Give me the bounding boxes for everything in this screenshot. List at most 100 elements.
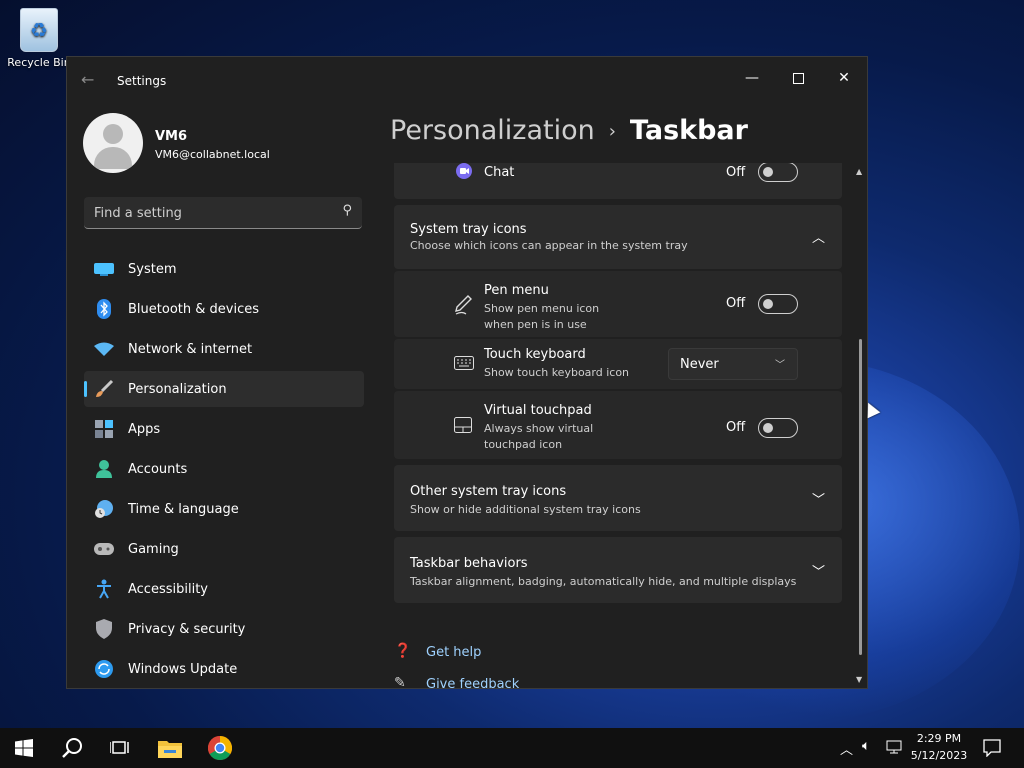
clock-date[interactable]: 5/12/2023 (906, 749, 972, 762)
help-icon: ❓ (394, 643, 412, 659)
sidebar-item-label: Gaming (128, 541, 179, 557)
close-button[interactable]: ✕ (821, 63, 867, 93)
shield-icon (94, 619, 114, 639)
virtual-touchpad-row[interactable]: Virtual touchpad Always show virtual tou… (394, 391, 842, 459)
update-icon (94, 659, 114, 679)
minimize-button[interactable]: — (729, 63, 775, 93)
pen-menu-desc: Show pen menu icon when pen is in use (484, 302, 600, 331)
breadcrumb: Personalization › Taskbar (390, 115, 748, 146)
folder-icon (158, 741, 182, 758)
file-explorer-button[interactable] (146, 728, 194, 768)
desktop-recycle-bin[interactable]: Recycle Bin (4, 6, 74, 69)
start-button[interactable] (0, 728, 48, 768)
sidebar-item-label: Network & internet (128, 341, 253, 357)
touch-keyboard-dropdown[interactable]: Never ﹀ (668, 348, 798, 380)
search-icon: ⚲ (342, 203, 352, 218)
pen-menu-row[interactable]: Pen menu Show pen menu icon when pen is … (394, 271, 842, 337)
breadcrumb-parent[interactable]: Personalization (390, 115, 595, 146)
volume-muted-icon[interactable]: 🔈︎ (862, 738, 870, 754)
sidebar-item-network[interactable]: Network & internet (84, 331, 364, 367)
system-tray-icons-header[interactable]: System tray icons Choose which icons can… (394, 205, 842, 269)
chrome-button[interactable] (196, 728, 244, 768)
recycle-bin-icon (20, 8, 58, 52)
task-view-icon (110, 741, 129, 754)
pen-menu-title: Pen menu (484, 283, 549, 298)
avatar (83, 113, 143, 173)
monitor-icon (94, 259, 114, 279)
sidebar-item-label: Windows Update (128, 661, 238, 677)
touch-keyboard-title: Touch keyboard (484, 347, 586, 362)
scroll-down-arrow[interactable]: ▼ (856, 675, 862, 684)
sidebar-item-accounts[interactable]: Accounts (84, 451, 364, 487)
chat-toggle-state: Off (726, 165, 746, 180)
chat-icon (456, 163, 472, 183)
sidebar-item-windows-update[interactable]: Windows Update (84, 651, 364, 687)
back-arrow-icon[interactable]: ← (81, 70, 94, 89)
clock-time[interactable]: 2:29 PM (906, 732, 972, 745)
sidebar-item-apps[interactable]: Apps (84, 411, 364, 447)
apps-icon (94, 419, 114, 439)
show-hidden-icons-chevron-up-icon[interactable]: ︿ (840, 739, 853, 758)
taskbar: ︿ 🔈︎ 2:29 PM 5/12/2023 (0, 728, 1024, 768)
pen-menu-toggle[interactable] (758, 294, 798, 314)
scrollbar-thumb[interactable] (859, 339, 862, 655)
search-input[interactable] (84, 197, 336, 229)
user-name: VM6 (155, 129, 188, 144)
other-tray-desc: Show or hide additional system tray icon… (410, 503, 641, 516)
action-center-icon[interactable] (983, 739, 1001, 761)
chat-row[interactable]: Chat Off (394, 163, 842, 199)
touch-keyboard-desc: Show touch keyboard icon (484, 366, 630, 379)
network-icon[interactable] (886, 739, 902, 759)
taskbar-search-button[interactable] (48, 728, 96, 768)
task-view-button[interactable] (96, 728, 144, 768)
other-tray-icons-row[interactable]: Other system tray icons Show or hide add… (394, 465, 842, 531)
sidebar-item-personalization[interactable]: Personalization (84, 371, 364, 407)
sidebar-item-label: Bluetooth & devices (128, 301, 259, 317)
windows-logo-icon (15, 739, 33, 757)
system-tray-desc: Choose which icons can appear in the sys… (410, 239, 688, 252)
pen-icon (454, 295, 472, 319)
toggle-knob (763, 423, 773, 433)
chrome-icon (208, 736, 232, 760)
chat-label: Chat (484, 165, 515, 180)
feedback-icon: ✎ (394, 675, 406, 689)
chevron-down-icon[interactable]: ﹀ (812, 561, 825, 580)
chat-toggle[interactable] (758, 163, 798, 182)
sidebar-item-accessibility[interactable]: Accessibility (84, 571, 364, 607)
accessibility-icon (94, 579, 114, 599)
sidebar-item-label: Time & language (128, 501, 239, 517)
chevron-up-icon[interactable]: ︿ (812, 227, 825, 246)
wifi-icon (94, 339, 114, 359)
virtual-touchpad-title: Virtual touchpad (484, 403, 592, 418)
virtual-touchpad-toggle-state: Off (726, 420, 746, 435)
brush-icon (94, 379, 114, 399)
give-feedback-link[interactable]: Give feedback (426, 677, 519, 688)
touchpad-icon (454, 417, 472, 437)
sidebar-item-time-language[interactable]: Time & language (84, 491, 364, 527)
sidebar-item-label: Accounts (128, 461, 188, 477)
pen-menu-toggle-state: Off (726, 296, 746, 311)
taskbar-behaviors-desc: Taskbar alignment, badging, automaticall… (410, 575, 797, 588)
settings-content: Chat Off System tray icons Choose which … (394, 163, 844, 689)
person-icon (94, 459, 114, 479)
avatar-body (94, 147, 132, 169)
sidebar-item-bluetooth[interactable]: Bluetooth & devices (84, 291, 364, 327)
sidebar-item-gaming[interactable]: Gaming (84, 531, 364, 567)
maximize-button[interactable] (775, 63, 821, 93)
dropdown-value: Never (680, 357, 719, 372)
virtual-touchpad-desc: Always show virtual touchpad icon (484, 422, 594, 451)
taskbar-behaviors-row[interactable]: Taskbar behaviors Taskbar alignment, bad… (394, 537, 842, 603)
virtual-touchpad-toggle[interactable] (758, 418, 798, 438)
get-help-link[interactable]: Get help (426, 645, 481, 660)
chevron-down-icon[interactable]: ﹀ (812, 489, 825, 508)
title-bar[interactable]: ← Settings — ✕ (67, 57, 867, 105)
sidebar-item-system[interactable]: System (84, 251, 364, 287)
sidebar-item-label: Personalization (128, 381, 227, 397)
other-tray-title: Other system tray icons (410, 484, 567, 499)
scroll-up-arrow[interactable]: ▲ (856, 167, 862, 176)
avatar-head (103, 124, 123, 144)
search-box[interactable]: ⚲ (84, 197, 362, 229)
sidebar-item-label: Apps (128, 421, 161, 437)
sidebar-item-privacy[interactable]: Privacy & security (84, 611, 364, 647)
touch-keyboard-row[interactable]: Touch keyboard Show touch keyboard icon … (394, 339, 842, 389)
